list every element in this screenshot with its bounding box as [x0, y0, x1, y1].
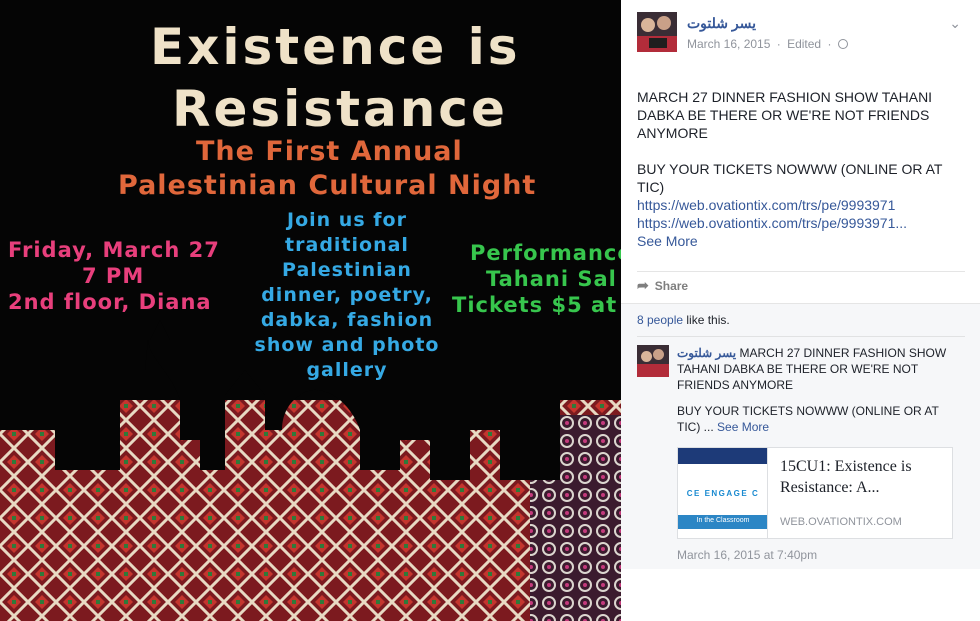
- share-label: Share: [654, 279, 689, 293]
- poster-date-line3: 2nd floor, Diana: [8, 290, 212, 314]
- comment-timestamp[interactable]: March 16, 2015 at 7:40pm: [677, 548, 817, 562]
- divider: [637, 271, 965, 272]
- post-text-line2: BUY YOUR TICKETS NOWWW (ONLINE OR AT TIC…: [637, 161, 943, 195]
- share-button[interactable]: ➦ Share: [637, 277, 688, 297]
- post-panel: يسر شلتوت March 16, 2015 · Edited · ⌄ MA…: [621, 0, 980, 621]
- poster-right-line1: Performance: [470, 241, 621, 265]
- commenter-name-link[interactable]: يسر شلتوت: [677, 346, 736, 360]
- see-more-link[interactable]: See More: [637, 232, 967, 250]
- post-body: MARCH 27 DINNER FASHION SHOW TAHANI DABK…: [637, 88, 967, 250]
- poster-right-line3: Tickets $5 at: [452, 293, 618, 317]
- post-photo[interactable]: Existence is Resistance The First Annual…: [0, 0, 621, 621]
- meta-separator: ·: [776, 37, 781, 51]
- comment-body: يسر شلتوت MARCH 27 DINNER FASHION SHOW T…: [677, 345, 952, 435]
- poster-title-line2: Resistance: [172, 80, 508, 138]
- ticket-link-2[interactable]: https://web.ovationtix.com/trs/pe/999397…: [637, 214, 967, 232]
- ticket-link-1[interactable]: https://web.ovationtix.com/trs/pe/999397…: [637, 196, 967, 214]
- edited-link[interactable]: Edited: [787, 37, 821, 51]
- likes-count-link[interactable]: 8 people: [637, 313, 683, 327]
- post-header: يسر شلتوت March 16, 2015 · Edited · ⌄: [637, 12, 967, 54]
- poster-title-line1: Existence is: [150, 18, 521, 76]
- link-preview-card[interactable]: CE ENGAGE C In the Classroom 15CU1: Exis…: [677, 447, 953, 539]
- likes-summary: 8 people like this.: [637, 313, 730, 327]
- share-icon: ➦: [637, 277, 649, 293]
- link-preview-domain: WEB.OVATIONTIX.COM: [780, 516, 902, 528]
- chevron-down-icon[interactable]: ⌄: [949, 15, 961, 32]
- poster-date-line2: 7 PM: [82, 264, 145, 288]
- poster-center-text: Join us for traditional Palestinian dinn…: [254, 209, 440, 381]
- link-preview-image: CE ENGAGE C In the Classroom: [678, 448, 768, 538]
- author-name-link[interactable]: يسر شلتوت: [687, 15, 756, 32]
- likes-suffix: like this.: [683, 313, 730, 327]
- post-text-line1: MARCH 27 DINNER FASHION SHOW TAHANI DABK…: [637, 89, 933, 141]
- divider: [637, 336, 965, 337]
- link-preview-title: 15CU1: Existence is Resistance: A...: [780, 458, 912, 496]
- poster-date-line1: Friday, March 27: [8, 238, 220, 262]
- commenter-avatar[interactable]: [637, 345, 669, 377]
- post-date-link[interactable]: March 16, 2015: [687, 37, 770, 51]
- author-avatar[interactable]: [637, 12, 677, 52]
- poster-right-line2: Tahani Sal: [486, 267, 617, 291]
- poster-right-block: Performance Tahani Sal Tickets $5 at: [452, 240, 621, 318]
- preview-image-text: CE ENGAGE C: [686, 489, 760, 498]
- poster-subtitle-line2: Palestinian Cultural Night: [118, 170, 537, 201]
- globe-icon[interactable]: [837, 39, 848, 49]
- preview-image-subtext: In the Classroom: [696, 517, 750, 524]
- post-meta: March 16, 2015 · Edited ·: [687, 37, 851, 51]
- comment-see-more-link[interactable]: See More: [717, 420, 769, 434]
- poster-date-block: Friday, March 27 7 PM 2nd floor, Diana: [8, 237, 220, 315]
- comments-section: 8 people like this. يسر شلتوت MARCH 27 D…: [621, 303, 980, 569]
- meta-separator: ·: [827, 37, 832, 51]
- poster-subtitle-line1: The First Annual: [196, 136, 463, 167]
